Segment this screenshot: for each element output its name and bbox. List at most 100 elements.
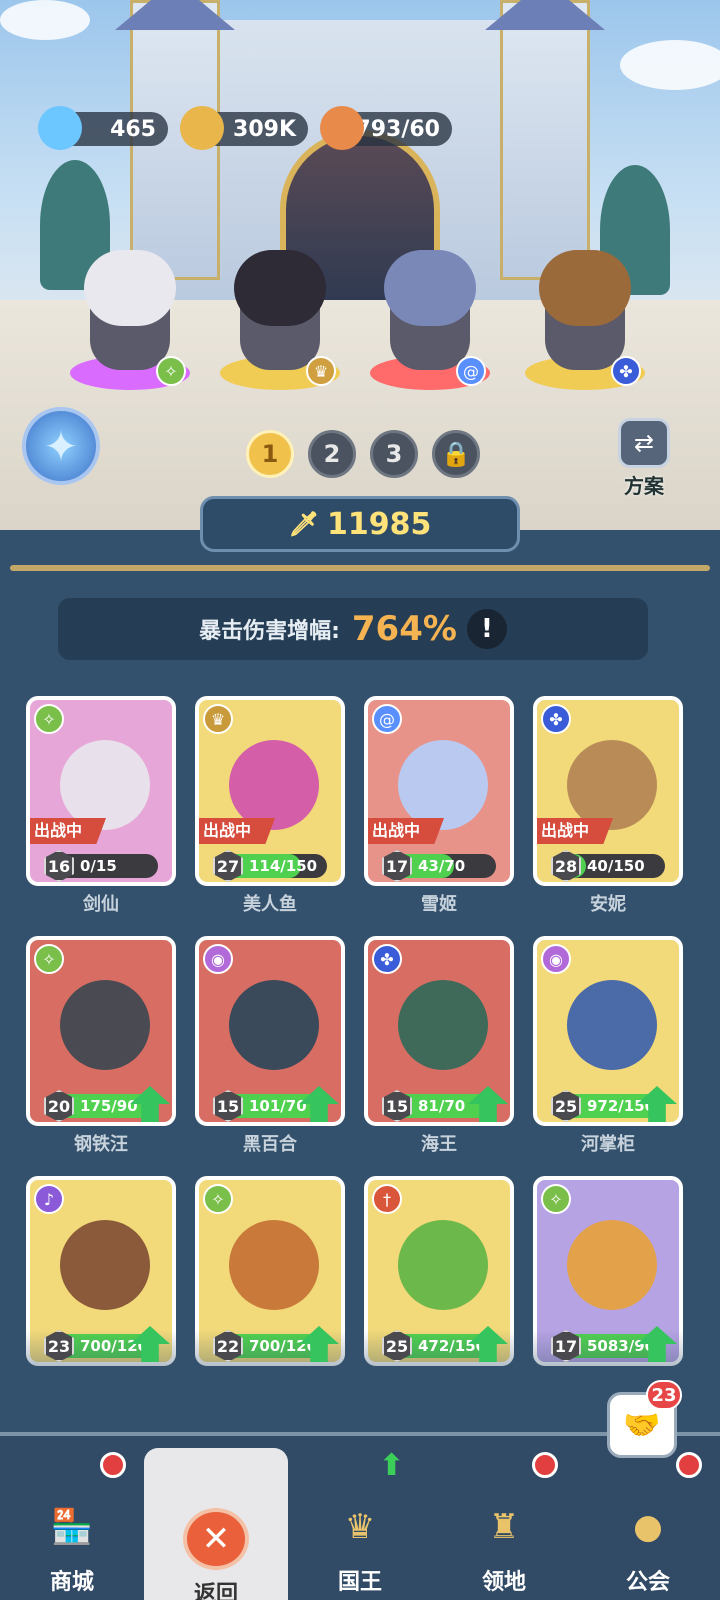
hero-name: 黑百合 xyxy=(243,1134,297,1155)
diamond-icon xyxy=(38,106,82,150)
hero-portrait xyxy=(60,1220,150,1310)
lock-icon: 🔒 xyxy=(441,440,471,468)
hero-card[interactable]: ♪ 23 700/120 xyxy=(26,1176,176,1366)
element-icon: ♪ xyxy=(34,1184,64,1214)
resource-diamond[interactable]: 465 xyxy=(38,106,168,150)
formation-hero-annie[interactable]: ✤ xyxy=(525,250,645,390)
diamond-pad-icon: ✦ xyxy=(43,421,79,471)
hero-card[interactable]: ✤ 出战中 28 40/150 xyxy=(533,696,683,886)
resource-gold-coin[interactable]: 309K xyxy=(180,106,308,150)
hero-card[interactable]: ♛ 出战中 27 114/150 xyxy=(195,696,345,886)
hero-card[interactable]: ✧ 22 700/120 xyxy=(195,1176,345,1366)
power-value: 11985 xyxy=(327,506,432,542)
element-icon: ♛ xyxy=(203,704,233,734)
nav-label: 公会 xyxy=(625,1570,670,1595)
shard-progress-text: 114/150 xyxy=(249,857,318,875)
close-icon: ✕ xyxy=(183,1508,249,1570)
shard-progress-text: 101/70 xyxy=(249,1097,307,1115)
hero-portrait xyxy=(229,1220,319,1310)
hero-portrait xyxy=(567,740,657,830)
hero-portrait xyxy=(567,980,657,1070)
shop-icon: 🏪 xyxy=(50,1507,94,1547)
nav-label: 商城 xyxy=(49,1570,94,1595)
notification-dot xyxy=(676,1452,702,1478)
handshake-icon: 🤝 xyxy=(623,1407,661,1443)
hero-card[interactable]: ✧ 17 5083/90 xyxy=(533,1176,683,1366)
cloud xyxy=(620,40,720,90)
shard-progress-text: 175/90 xyxy=(80,1097,138,1115)
castle-roof xyxy=(115,0,235,30)
element-icon: ◉ xyxy=(203,944,233,974)
constellation-icon: ✧ xyxy=(156,356,186,386)
info-icon[interactable]: ! xyxy=(466,609,507,649)
deployed-tag: 出战中 xyxy=(368,818,444,844)
hero-card[interactable]: † 25 472/150 xyxy=(364,1176,514,1366)
team-tab-2[interactable]: 2 xyxy=(308,430,356,478)
crit-bonus-panel: 暴击伤害增幅: 764% ! xyxy=(58,598,648,660)
element-icon: @ xyxy=(372,704,402,734)
hero-portrait xyxy=(229,740,319,830)
element-icon: ✤ xyxy=(541,704,571,734)
guild-notification-count: 23 xyxy=(646,1380,682,1410)
formation-hero-snow-princess[interactable]: @ xyxy=(370,250,490,390)
hero-portrait xyxy=(60,980,150,1070)
team-tab-3[interactable]: 3 xyxy=(370,430,418,478)
element-icon: ✧ xyxy=(541,1184,571,1214)
swirl-icon: @ xyxy=(456,356,486,386)
plan-button[interactable]: ⇄ 方案 xyxy=(614,418,674,498)
castle-icon: ♜ xyxy=(488,1507,520,1547)
team-tab-locked[interactable]: 🔒 xyxy=(432,430,480,478)
team-tab-1[interactable]: 1 xyxy=(246,430,294,478)
hero-portrait xyxy=(567,1220,657,1310)
notification-dot xyxy=(100,1452,126,1478)
nav-guild[interactable]: ● 公会 xyxy=(576,1436,720,1600)
deployed-tag: 出战中 xyxy=(199,818,275,844)
formation-hero-sword-immortal[interactable]: ✧ xyxy=(70,250,190,390)
hero-portrait xyxy=(229,980,319,1070)
hero-portrait xyxy=(398,980,488,1070)
castle xyxy=(115,0,605,310)
hero-head xyxy=(384,250,476,326)
hero-name: 河掌柜 xyxy=(581,1134,635,1155)
hero-card[interactable]: ✧ 出战中 16 0/15 xyxy=(26,696,176,886)
hero-name: 美人鱼 xyxy=(243,894,297,915)
team-tabs: 1 2 3 🔒 xyxy=(246,430,480,478)
hero-card[interactable]: ✧ 20 175/90 xyxy=(26,936,176,1126)
upgrade-arrow-icon: ⬆ xyxy=(378,1448,404,1483)
hero-name: 钢铁汪 xyxy=(74,1134,128,1155)
nav-label: 国王 xyxy=(337,1570,382,1595)
panel-divider xyxy=(10,565,710,571)
resource-meat-stamina[interactable]: 15793/60 xyxy=(320,106,452,150)
formation-hero-mermaid[interactable]: ♛ xyxy=(220,250,340,390)
crown-icon: ♛ xyxy=(344,1507,376,1547)
nav-label: 领地 xyxy=(481,1570,526,1595)
crit-value: 764% xyxy=(351,609,457,649)
sword-icon: 🗡 xyxy=(288,510,320,538)
hero-card[interactable]: @ 出战中 17 43/70 xyxy=(364,696,514,886)
element-icon: ✧ xyxy=(34,704,64,734)
element-icon: ✧ xyxy=(34,944,64,974)
shard-progress-text: 81/70 xyxy=(418,1097,466,1115)
guild-icon: ● xyxy=(633,1507,663,1547)
crit-label: 暴击伤害增幅: xyxy=(199,619,340,644)
element-icon: ✧ xyxy=(203,1184,233,1214)
hero-portrait xyxy=(398,740,488,830)
hero-card[interactable]: ◉ 25 972/150 xyxy=(533,936,683,1126)
nav-shop[interactable]: 🏪 商城 xyxy=(0,1436,144,1600)
castle-roof xyxy=(485,0,605,30)
element-icon: † xyxy=(372,1184,402,1214)
hero-card[interactable]: ◉ 15 101/70 xyxy=(195,936,345,1126)
nav-label: 返回 xyxy=(193,1582,238,1600)
formation-switch-button[interactable]: ✦ xyxy=(22,407,100,485)
hero-card[interactable]: ✤ 15 81/70 xyxy=(364,936,514,1126)
hero-name: 雪姬 xyxy=(421,894,457,915)
nav-close[interactable]: ✕ 返回 xyxy=(144,1448,288,1600)
element-icon: ◉ xyxy=(541,944,571,974)
nav-castle[interactable]: ♜ 领地 xyxy=(432,1436,576,1600)
meat-stamina-icon xyxy=(320,106,364,150)
shard-progress-text: 0/15 xyxy=(80,857,117,875)
helmet-swap-icon: ⇄ xyxy=(618,418,670,468)
nav-crown[interactable]: ♛ 国王 ⬆ xyxy=(288,1436,432,1600)
hero-name: 剑仙 xyxy=(83,894,119,915)
notification-dot xyxy=(532,1452,558,1478)
